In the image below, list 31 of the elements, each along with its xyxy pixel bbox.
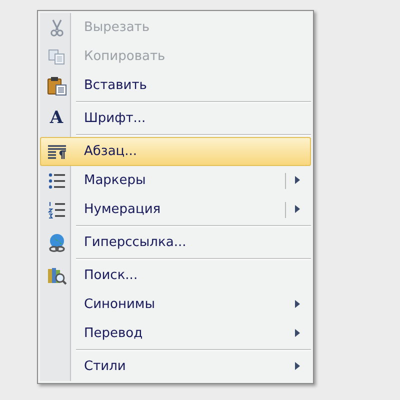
menu-label: Вставить xyxy=(84,76,148,95)
menu-label: Гиперссылка... xyxy=(84,234,188,252)
research-icon xyxy=(46,266,66,286)
scissors-icon xyxy=(48,18,64,36)
menu-item[interactable]: Синонимы xyxy=(40,290,311,319)
menu-item[interactable]: Абзац... xyxy=(40,137,311,166)
menu-item[interactable]: A Шрифт... xyxy=(40,104,311,133)
menu-label: Синонимы xyxy=(84,296,156,314)
menu-label: Вырезать xyxy=(84,18,151,37)
menu-item[interactable]: Гиперссылка... xyxy=(40,228,311,257)
menu-label: Нумерация xyxy=(84,200,162,219)
menu-label: Маркеры xyxy=(84,172,147,190)
menu-label: Стили xyxy=(84,358,127,376)
menu-item[interactable]: Перевод xyxy=(40,319,311,348)
menu-item[interactable]: Вставить xyxy=(40,71,311,100)
bullet-list-icon xyxy=(48,172,66,190)
menu-item[interactable]: Маркеры xyxy=(40,166,311,195)
menu-item[interactable]: Поиск... xyxy=(40,261,311,290)
menu-label: Шрифт... xyxy=(84,110,147,128)
menu-label: Копировать xyxy=(84,48,166,66)
paste-icon xyxy=(46,76,66,96)
menu-label: Абзац... xyxy=(84,142,138,161)
font-icon: A xyxy=(50,110,64,127)
menu-item[interactable]: Стили xyxy=(40,352,311,381)
paragraph-icon xyxy=(46,144,66,160)
menu-item[interactable]: Нумерация xyxy=(40,195,311,224)
numbered-list-icon xyxy=(48,200,66,218)
copy-icon xyxy=(48,48,66,64)
menu-label: Перевод xyxy=(84,324,144,343)
menu-label: Поиск... xyxy=(84,266,139,285)
globe-link-icon xyxy=(46,232,66,252)
